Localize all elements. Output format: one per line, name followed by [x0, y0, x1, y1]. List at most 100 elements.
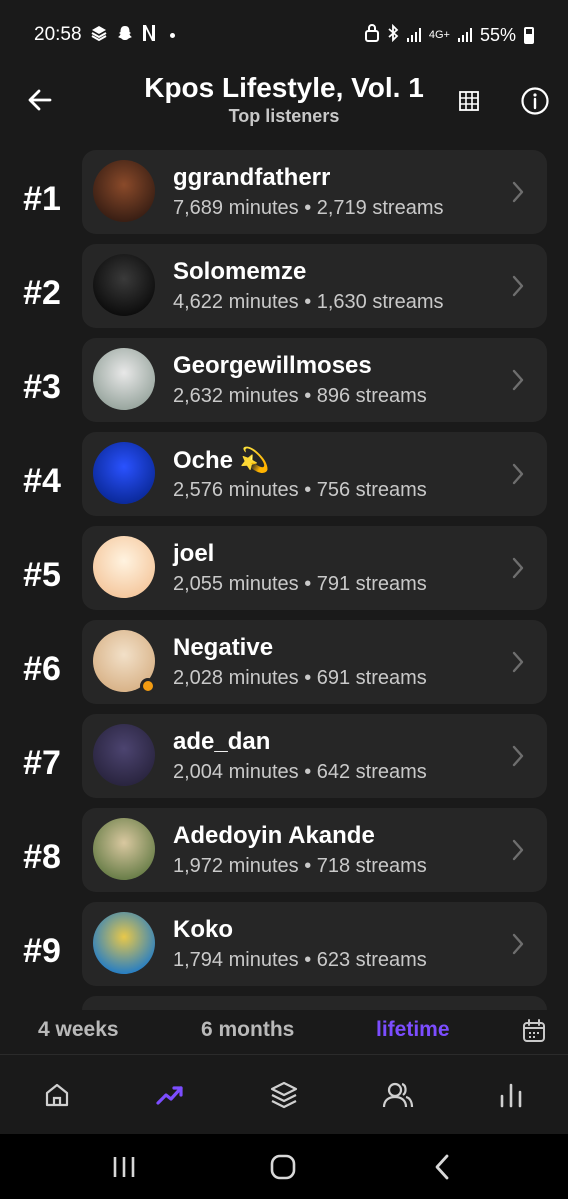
listener-name: Oche 💫 [173, 447, 270, 474]
listener-card[interactable]: Adedoyin Akande 1,972 minutes • 718 strea… [82, 808, 547, 892]
listener-row: #8 Adedoyin Akande 1,972 minutes • 718 str… [0, 808, 568, 892]
listener-stats: 1,794 minutes • 623 streams [173, 949, 427, 971]
listener-card[interactable]: ggrandfatherr 7,689 minutes • 2,719 strea… [82, 150, 547, 234]
listener-card[interactable]: Negative 2,028 minutes • 691 streams [82, 620, 547, 704]
nav-users[interactable] [378, 1075, 418, 1115]
listener-row: #6 Negative 2,028 minutes • 691 streams [0, 620, 568, 704]
listener-row: #3 Georgewillmoses 2,632 minutes • 896 str… [0, 338, 568, 422]
calendar-button[interactable] [521, 1018, 547, 1044]
info-icon [521, 87, 549, 115]
listener-name: Georgewillmoses [173, 352, 372, 379]
listener-name: Negative [173, 634, 274, 661]
listener-row: #7 ade_dan 2,004 minutes • 642 streams [0, 714, 568, 798]
listener-list[interactable]: #1 ggrandfatherr 7,689 minutes • 2,719 str… [0, 148, 568, 1010]
home-icon [45, 1083, 69, 1107]
listener-card[interactable]: Solomemze 4,622 minutes • 1,630 streams [82, 244, 547, 328]
listener-name: Solomemze [173, 258, 307, 285]
chevron-left-icon [435, 1154, 449, 1180]
listener-card[interactable]: Koko 1,794 minutes • 623 streams [82, 902, 547, 986]
notification-dot [169, 32, 175, 38]
chevron-right-icon [512, 369, 524, 391]
nav-trending[interactable] [150, 1075, 190, 1115]
listener-stats: 2,004 minutes • 642 streams [173, 761, 427, 783]
listener-name: ade_dan [173, 728, 271, 755]
listener-row: #4 Oche 💫 2,576 minutes • 756 streams [0, 432, 568, 516]
chevron-right-icon [512, 463, 524, 485]
stats-icon [500, 1083, 522, 1108]
nav-layers[interactable] [264, 1075, 304, 1115]
chevron-right-icon [512, 839, 524, 861]
listener-rank: #9 [23, 931, 61, 970]
chevron-right-icon [512, 275, 524, 297]
listener-rank: #3 [23, 367, 61, 406]
nav-home[interactable] [37, 1075, 77, 1115]
network-type: 4G+ [428, 28, 450, 41]
avatar [93, 254, 155, 316]
time-range-selector: 4 weeks 6 months lifetime [0, 1010, 568, 1054]
battery-icon [524, 26, 534, 44]
listener-name: ggrandfatherr [173, 164, 331, 191]
stack-icon [90, 24, 108, 46]
chevron-right-icon [512, 651, 524, 673]
listener-stats: 7,689 minutes • 2,719 streams [173, 197, 444, 219]
listener-rank: #4 [23, 461, 61, 500]
listener-rank: #6 [23, 649, 61, 688]
range-6-months[interactable]: 6 months [201, 1018, 294, 1042]
system-nav-bar [0, 1134, 568, 1199]
avatar [93, 818, 155, 880]
trending-icon [156, 1086, 183, 1105]
listener-name: Adedoyin Akande [173, 822, 375, 849]
listener-card[interactable]: Georgewillmoses 2,632 minutes • 896 strea… [82, 338, 547, 422]
app-header: Kpos Lifestyle, Vol. 1 Top listeners [0, 70, 568, 132]
listener-rank: #5 [23, 555, 61, 594]
info-button[interactable] [516, 82, 554, 120]
nav-stats[interactable] [491, 1075, 531, 1115]
avatar [93, 724, 155, 786]
online-status-dot [140, 678, 156, 694]
listener-card[interactable]: Oche 💫 2,576 minutes • 756 streams [82, 432, 547, 516]
back-system-button[interactable] [422, 1152, 462, 1182]
signal-icon-2 [457, 28, 472, 42]
listener-stats: 4,622 minutes • 1,630 streams [173, 291, 444, 313]
avatar [93, 160, 155, 222]
screen: 20:58 4G+ 55% Kpos Lifestyle, Vol. 1 Top… [0, 0, 568, 1199]
grid-view-button[interactable] [452, 84, 486, 118]
listener-stats: 2,632 minutes • 896 streams [173, 385, 427, 407]
range-lifetime[interactable]: lifetime [376, 1018, 450, 1042]
listener-stats: 1,972 minutes • 718 streams [173, 855, 427, 877]
vpn-lock-icon [364, 24, 379, 46]
listener-stats: 2,055 minutes • 791 streams [173, 573, 427, 595]
chevron-right-icon [512, 933, 524, 955]
chevron-right-icon [512, 745, 524, 767]
listener-card[interactable] [82, 996, 547, 1010]
listener-name: joel [173, 540, 215, 567]
home-system-button[interactable] [263, 1152, 303, 1182]
chevron-right-icon [512, 181, 524, 203]
recents-button[interactable] [104, 1152, 144, 1182]
listener-card[interactable]: joel 2,055 minutes • 791 streams [82, 526, 547, 610]
avatar [93, 536, 155, 598]
bluetooth-icon [387, 23, 399, 46]
listener-rank: #2 [23, 273, 61, 312]
listener-rank: #8 [23, 837, 61, 876]
listener-card[interactable]: ade_dan 2,004 minutes • 642 streams [82, 714, 547, 798]
calendar-icon [523, 1019, 545, 1042]
avatar [93, 348, 155, 410]
range-4-weeks[interactable]: 4 weeks [38, 1018, 119, 1042]
battery-percent: 55% [479, 24, 516, 45]
listener-name: Koko [173, 916, 233, 943]
signal-icon [406, 28, 421, 42]
listener-rank: #1 [23, 179, 61, 218]
listener-rank: #7 [23, 743, 61, 782]
status-bar: 20:58 4G+ 55% [0, 0, 568, 70]
listener-stats: 2,028 minutes • 691 streams [173, 667, 427, 689]
grid-icon [459, 91, 479, 111]
listener-row: #2 Solomemze 4,622 minutes • 1,630 streams [0, 244, 568, 328]
listener-stats: 2,576 minutes • 756 streams [173, 479, 427, 501]
users-icon [382, 1082, 414, 1108]
layers-icon [270, 1081, 298, 1109]
bottom-nav [0, 1054, 568, 1134]
recents-icon [113, 1157, 135, 1177]
listener-row: #1 ggrandfatherr 7,689 minutes • 2,719 str… [0, 150, 568, 234]
listener-row-partial [0, 996, 568, 1010]
